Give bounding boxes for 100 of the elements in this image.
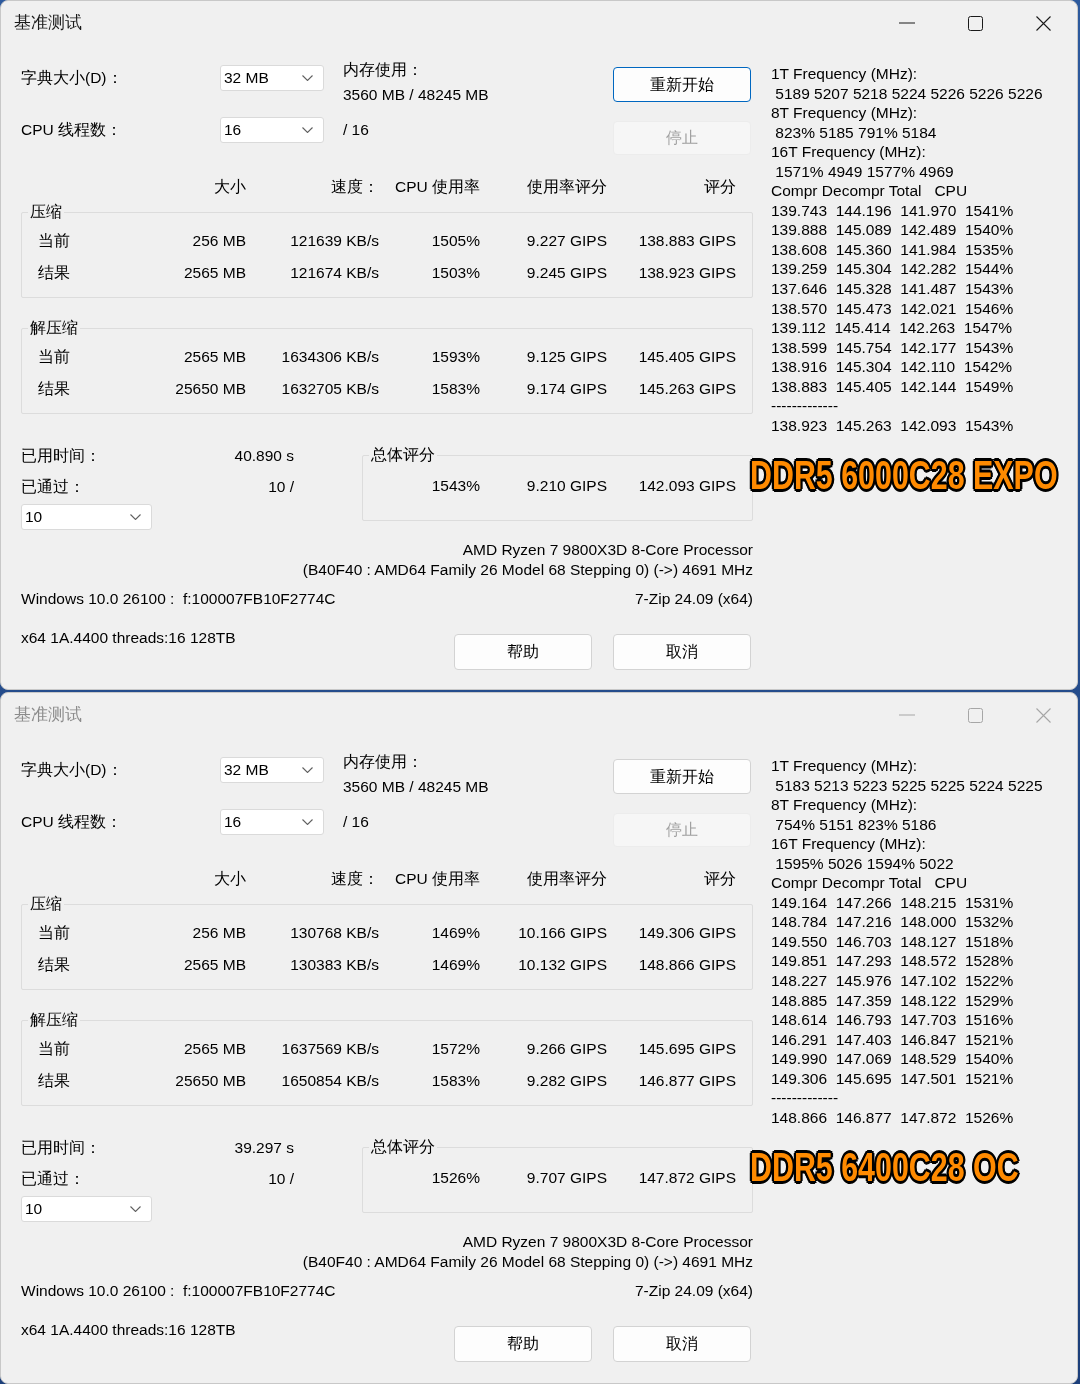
table-cell-text: 1593% [431, 347, 480, 368]
log-line: 149.164 147.266 148.215 1531% [771, 892, 1014, 913]
table-cell-text: 1469% [431, 923, 480, 944]
log-line: 148.784 147.216 148.000 1532% [771, 912, 1014, 932]
log-line: 139.259 145.304 142.282 1544% [771, 259, 1014, 279]
table-cell-text: 256 MB [192, 923, 246, 944]
table-cell-text: 2565 MB [183, 1039, 246, 1060]
memory-usage-value: 3560 MB / 48245 MB [343, 85, 489, 105]
table-cell-text: 138.923 GIPS [638, 262, 736, 283]
table-cell-text: 9.227 GIPS [526, 231, 607, 252]
window-title: 基准测试 [13, 704, 83, 727]
table-cell-text: 1503% [431, 262, 480, 283]
field-label: CPU 线程数： [21, 120, 124, 140]
table-cell-text: 25650 MB [175, 378, 246, 399]
row-label: 结果 [38, 262, 70, 283]
log-line: 146.291 147.403 146.847 1521% [771, 1029, 1014, 1050]
row-label: 当前 [38, 923, 70, 944]
table-cell-text: 10.132 GIPS [518, 954, 607, 975]
log-line: 139.743 144.196 141.970 1541% [771, 200, 1014, 221]
passes-value: 10 / [268, 1169, 294, 1189]
caret-icon [302, 767, 313, 773]
column-header: 大小 [214, 177, 246, 197]
log-line: 149.851 147.293 148.572 1528% [771, 951, 1014, 971]
table-cell-text: 1632705 KB/s [281, 378, 379, 399]
field-label: 已用时间： [21, 446, 101, 466]
log-line: 16T Frequency (MHz): [771, 834, 926, 854]
table-cell-text: 9.174 GIPS [526, 378, 607, 399]
row-label: 当前 [38, 1039, 70, 1060]
log-line: Compr Decompr Total CPU [771, 873, 968, 893]
log-line: 139.888 145.089 142.489 1540% [771, 220, 1014, 240]
log-line: 148.866 146.877 147.872 1526% [771, 1107, 1014, 1128]
annotation-label: DDR5 6400C28 OC [750, 1144, 1019, 1191]
log-line: 139.112 145.414 142.263 1547% [771, 318, 1013, 338]
table-cell-text: 138.883 GIPS [638, 231, 736, 252]
log-line: 8T Frequency (MHz): [771, 103, 918, 123]
group-title: 总体评分 [369, 1137, 437, 1157]
field-label: 已通过： [21, 477, 85, 497]
cpu-info-text: (B40F40 : AMD64 Family 26 Model 68 Stepping 0) (->) 4691 MHz [302, 560, 753, 580]
system-info-text: Windows 10.0 26100 : f:100007FB10F2774C [21, 1281, 336, 1301]
log-line: 137.646 145.328 141.487 1543% [771, 279, 1014, 299]
footer-button[interactable]: 帮助 [454, 1326, 592, 1362]
group-title: 压缩 [28, 202, 64, 222]
close-icon [1035, 707, 1051, 723]
field-label: 字典大小(D)： [21, 760, 124, 780]
column-header: 速度： [331, 177, 379, 197]
table-cell-text: 1637569 KB/s [281, 1039, 379, 1060]
footer-button[interactable]: 帮助 [454, 634, 592, 670]
table-cell-text: 121639 KB/s [290, 231, 379, 252]
table-cell-text: 25650 MB [175, 1070, 246, 1091]
build-info-text: x64 1A.4400 threads:16 128TB [21, 1320, 236, 1340]
log-line: 754% 5151 823% 5186 [774, 814, 937, 835]
table-cell-text: 1583% [431, 378, 480, 399]
table-cell: 142.093 GIPS [638, 476, 736, 496]
table-cell-text: 1583% [431, 1070, 480, 1091]
row-label: 结果 [38, 378, 70, 399]
dictionary-size-dropdown[interactable]: 32 MB [220, 65, 324, 91]
field-label: 字典大小(D)： [21, 68, 124, 88]
passes-value: 10 / [268, 477, 294, 497]
log-line: 138.883 145.405 142.144 1549% [771, 376, 1014, 397]
table-cell-text: 10.166 GIPS [518, 923, 607, 944]
log-line: 1T Frequency (MHz): [771, 756, 918, 776]
thread-count-dropdown[interactable]: 16 [220, 117, 324, 143]
log-line: 5183 5213 5223 5225 5225 5224 5225 [774, 775, 1043, 796]
table-cell-text: 146.877 GIPS [638, 1070, 736, 1091]
footer-button[interactable]: 取消 [613, 634, 751, 670]
group-title: 解压缩 [28, 1010, 80, 1030]
table-cell-text: 149.306 GIPS [638, 923, 736, 944]
table-cell-text: 1634306 KB/s [281, 347, 379, 368]
group-title: 压缩 [28, 894, 64, 914]
log-line: 138.923 145.263 142.093 1543% [771, 415, 1014, 436]
column-header: 评分 [704, 869, 736, 889]
table-cell-text: 121674 KB/s [290, 262, 379, 283]
caret-icon [130, 1206, 141, 1212]
log-line: 148.227 145.976 147.102 1522% [771, 971, 1014, 991]
log-line: 149.990 147.069 148.529 1540% [771, 1049, 1014, 1069]
table-cell-text: 145.695 GIPS [638, 1039, 736, 1060]
log-line: 1571% 4949 1577% 4969 [774, 161, 954, 182]
table-cell: 1543% [431, 476, 480, 496]
minimize-icon [899, 22, 915, 24]
table-cell-text: 1650854 KB/s [281, 1070, 379, 1091]
log-line: 138.608 145.360 141.984 1535% [771, 239, 1014, 260]
action-button[interactable]: 重新开始 [613, 759, 751, 794]
window-title: 基准测试 [13, 12, 83, 35]
table-cell-text: 130383 KB/s [290, 954, 379, 975]
cpu-info-text: (B40F40 : AMD64 Family 26 Model 68 Stepping 0) (->) 4691 MHz [302, 1252, 753, 1272]
thread-count-dropdown[interactable]: 16 [220, 809, 324, 835]
row-label: 当前 [38, 347, 70, 368]
action-button[interactable]: 重新开始 [613, 67, 751, 102]
group-title: 解压缩 [28, 318, 80, 338]
table-cell-text: 145.263 GIPS [638, 378, 736, 399]
row-label: 结果 [38, 954, 70, 975]
passes-dropdown[interactable]: 10 [21, 1196, 152, 1222]
caret-icon [302, 127, 313, 133]
table-cell: 147.872 GIPS [638, 1168, 736, 1188]
passes-dropdown[interactable]: 10 [21, 504, 152, 530]
dictionary-size-dropdown[interactable]: 32 MB [220, 757, 324, 783]
footer-button[interactable]: 取消 [613, 1326, 751, 1362]
log-line: 1595% 5026 1594% 5022 [774, 853, 954, 874]
annotation-label: DDR5 6000C28 EXPO [750, 452, 1058, 499]
table-cell-text: 2565 MB [183, 262, 246, 283]
